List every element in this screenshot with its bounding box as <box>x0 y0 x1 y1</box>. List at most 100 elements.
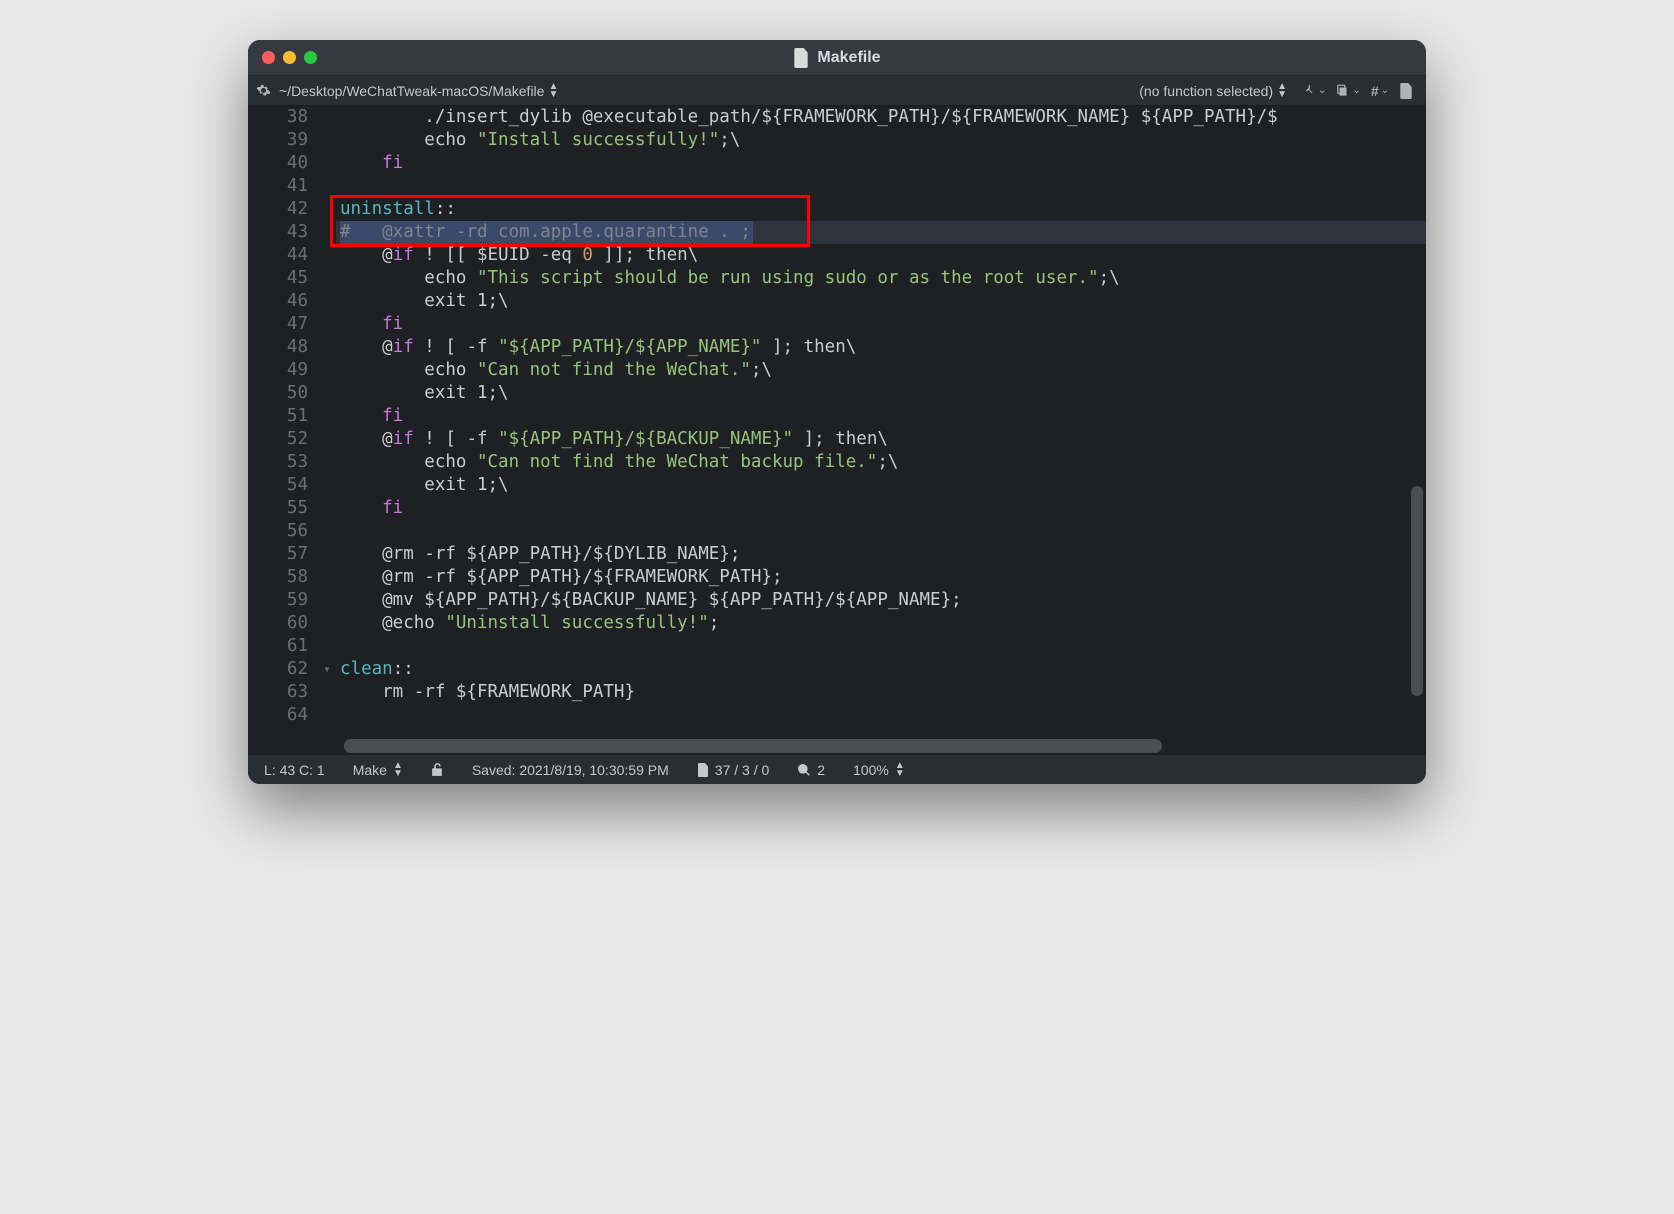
path-text: ~/Desktop/WeChatTweak-macOS/Makefile <box>279 83 544 99</box>
code-token: ;\ <box>719 130 740 150</box>
line-number: 56 <box>248 520 308 543</box>
code-line[interactable]: @mv ${APP_PATH}/${BACKUP_NAME} ${APP_PAT… <box>336 589 1426 612</box>
line-number: 64 <box>248 704 308 727</box>
code-token: if <box>393 337 414 357</box>
chevron-down-icon: ⌄ <box>1318 85 1326 96</box>
file-path[interactable]: ~/Desktop/WeChatTweak-macOS/Makefile ▲▼ <box>279 83 558 99</box>
code-line[interactable]: @if ! [ -f "${APP_PATH}/${BACKUP_NAME}" … <box>336 428 1426 451</box>
line-number: 50 <box>248 382 308 405</box>
fold-marker <box>318 359 336 382</box>
gear-icon[interactable] <box>256 83 271 98</box>
fold-marker <box>318 267 336 290</box>
fold-marker <box>318 543 336 566</box>
code-line[interactable]: fi <box>336 152 1426 175</box>
vertical-scrollbar[interactable] <box>1411 146 1423 706</box>
code-token: ! [[ $EUID -eq <box>414 245 583 265</box>
fold-marker <box>318 566 336 589</box>
fold-column[interactable]: ▾ <box>318 106 336 738</box>
code-line[interactable]: exit 1;\ <box>336 382 1426 405</box>
zoom-text: 100% <box>853 762 889 778</box>
code-line[interactable]: @if ! [ -f "${APP_PATH}/${APP_NAME}" ]; … <box>336 336 1426 359</box>
horizontal-scrollbar[interactable] <box>248 738 1426 754</box>
code-token: ! [ -f <box>414 429 498 449</box>
code-token: @ <box>340 429 393 449</box>
code-line[interactable]: echo "This script should be run using su… <box>336 267 1426 290</box>
code-line[interactable]: @rm -rf ${APP_PATH}/${DYLIB_NAME}; <box>336 543 1426 566</box>
code-token: "${APP_PATH}/${APP_NAME}" <box>498 337 761 357</box>
new-file-icon[interactable] <box>1399 83 1413 99</box>
fold-marker <box>318 175 336 198</box>
code-line[interactable]: uninstall:: <box>336 198 1426 221</box>
symbols-count[interactable]: 37 / 3 / 0 <box>697 762 769 778</box>
code-line[interactable] <box>336 635 1426 658</box>
line-number: 46 <box>248 290 308 313</box>
toolbar: ~/Desktop/WeChatTweak-macOS/Makefile ▲▼ … <box>248 76 1426 106</box>
code-token: echo <box>340 130 477 150</box>
search-count[interactable]: 2 <box>797 762 825 778</box>
code-line[interactable]: @if ! [[ $EUID -eq 0 ]]; then\ <box>336 244 1426 267</box>
code-line[interactable]: @rm -rf ${APP_PATH}/${FRAMEWORK_PATH}; <box>336 566 1426 589</box>
code-line[interactable]: exit 1;\ <box>336 290 1426 313</box>
code-line[interactable] <box>336 175 1426 198</box>
code-token: @rm -rf ${APP_PATH}/${FRAMEWORK_PATH}; <box>340 567 783 587</box>
code-token: fi <box>340 406 403 426</box>
code-area[interactable]: ./insert_dylib @executable_path/${FRAMEW… <box>336 106 1426 738</box>
code-line[interactable]: fi <box>336 497 1426 520</box>
code-token: "Can not find the WeChat backup file." <box>477 452 877 472</box>
fold-marker <box>318 244 336 267</box>
code-line[interactable]: ./insert_dylib @executable_path/${FRAMEW… <box>336 106 1426 129</box>
fold-marker <box>318 313 336 336</box>
code-line[interactable] <box>336 520 1426 543</box>
code-token: @echo <box>340 613 445 633</box>
code-line[interactable]: echo "Can not find the WeChat.";\ <box>336 359 1426 382</box>
fold-marker[interactable]: ▾ <box>318 658 336 681</box>
scrollbar-thumb[interactable] <box>1411 486 1423 696</box>
code-token: echo <box>340 360 477 380</box>
cursor-position[interactable]: L: 43 C: 1 <box>264 762 325 778</box>
code-token: :: <box>393 659 414 679</box>
code-token: ; <box>709 613 720 633</box>
syntax-mode[interactable]: Make ▲▼ <box>353 762 403 778</box>
fold-marker <box>318 221 336 244</box>
line-number: 52 <box>248 428 308 451</box>
code-line[interactable] <box>336 704 1426 727</box>
code-token: exit 1;\ <box>340 475 509 495</box>
code-token: exit 1;\ <box>340 383 509 403</box>
code-token: if <box>393 429 414 449</box>
maximize-button[interactable] <box>304 51 317 64</box>
editor-area[interactable]: 3839404142434445464748495051525354555657… <box>248 106 1426 738</box>
line-number: 62 <box>248 658 308 681</box>
select-arrows-icon: ▲▼ <box>548 83 558 99</box>
code-line[interactable]: clean:: <box>336 658 1426 681</box>
pin-icon[interactable]: ⌄ <box>1302 84 1326 98</box>
copy-icon[interactable]: ⌄ <box>1336 84 1360 98</box>
code-token: echo <box>340 268 477 288</box>
fold-marker <box>318 520 336 543</box>
code-token: if <box>393 245 414 265</box>
code-line[interactable]: echo "Can not find the WeChat backup fil… <box>336 451 1426 474</box>
select-arrows-icon: ▲▼ <box>895 762 905 778</box>
code-line[interactable]: @echo "Uninstall successfully!"; <box>336 612 1426 635</box>
close-button[interactable] <box>262 51 275 64</box>
line-number: 39 <box>248 129 308 152</box>
code-token: ;\ <box>1099 268 1120 288</box>
fold-marker <box>318 152 336 175</box>
code-token: ]; then\ <box>793 429 888 449</box>
scrollbar-thumb[interactable] <box>344 739 1162 753</box>
code-line[interactable]: exit 1;\ <box>336 474 1426 497</box>
code-line[interactable]: echo "Install successfully!";\ <box>336 129 1426 152</box>
window-title: Makefile <box>248 48 1426 68</box>
zoom-level[interactable]: 100% ▲▼ <box>853 762 905 778</box>
code-token: 0 <box>582 245 593 265</box>
fold-marker <box>318 704 336 727</box>
hash-icon[interactable]: # ⌄ <box>1371 83 1389 99</box>
code-line[interactable]: fi <box>336 405 1426 428</box>
fold-marker <box>318 336 336 359</box>
code-line[interactable]: fi <box>336 313 1426 336</box>
code-line[interactable]: rm -rf ${FRAMEWORK_PATH} <box>336 681 1426 704</box>
minimize-button[interactable] <box>283 51 296 64</box>
function-selector[interactable]: (no function selected) ▲▼ <box>1139 83 1287 99</box>
code-line[interactable]: # @xattr -rd com.apple.quarantine . ; <box>336 221 1426 244</box>
line-number: 47 <box>248 313 308 336</box>
lock-icon[interactable] <box>431 762 444 777</box>
